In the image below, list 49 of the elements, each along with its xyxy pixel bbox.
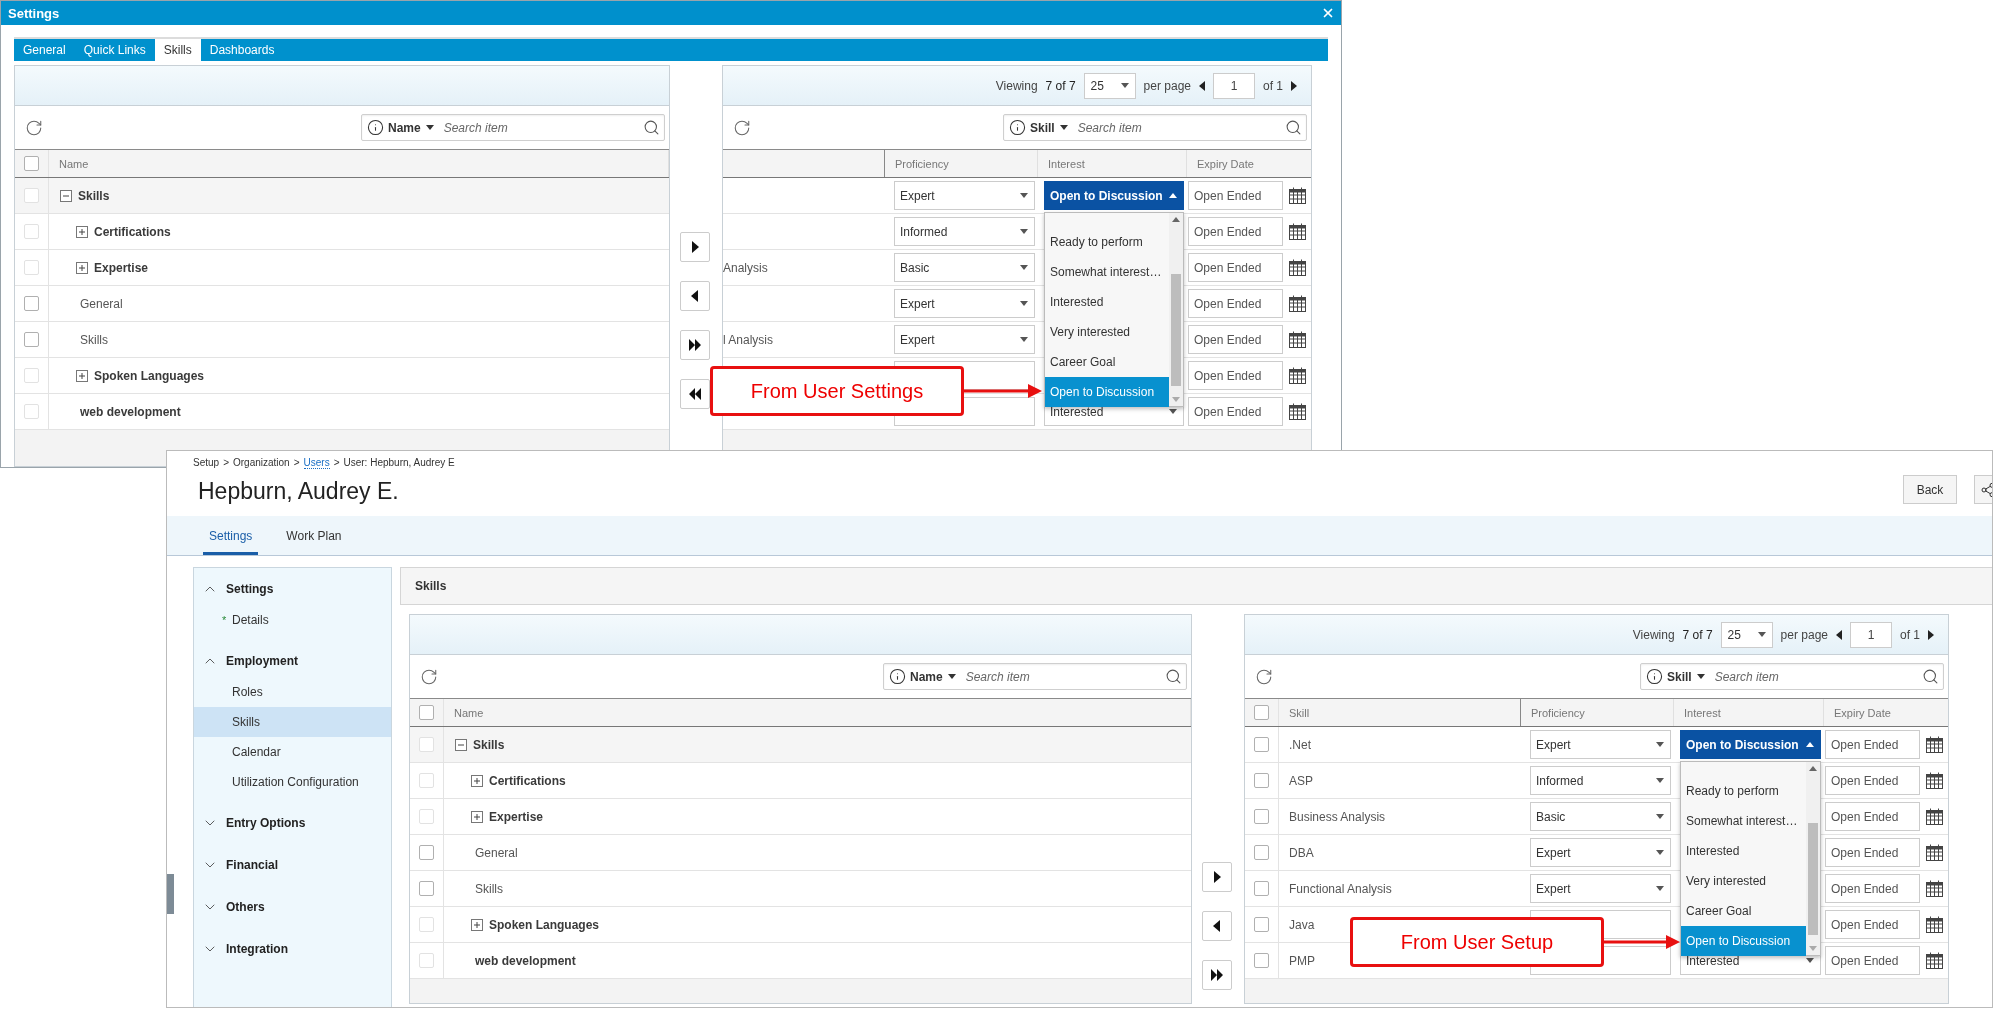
- pager-label: per page: [1780, 627, 1828, 642]
- column-header: Proficiency: [1531, 706, 1585, 719]
- breadcrumb-separator: >: [333, 457, 340, 469]
- column-header: Expiry Date: [1197, 157, 1254, 170]
- page-count: of 1: [1263, 78, 1283, 93]
- column-header: Interest: [1684, 706, 1721, 719]
- item-label: Details: [232, 613, 269, 627]
- breadcrumb-separator: >: [293, 457, 300, 469]
- breadcrumb-item: Setup: [193, 457, 220, 469]
- group-label: Others: [226, 900, 265, 914]
- group-label: Integration: [226, 942, 288, 956]
- group-label: Financial: [226, 858, 278, 872]
- callout-tooltip: From User Setup: [1350, 917, 1604, 967]
- pager-label: Viewing: [995, 78, 1038, 93]
- breadcrumb-item: Organization: [233, 457, 290, 469]
- skill-name: Business Analysis: [1289, 809, 1386, 824]
- page-count: of 1: [1900, 627, 1920, 642]
- group-label: Entry Options: [226, 816, 306, 830]
- column-header: Expiry Date: [1834, 706, 1891, 719]
- group-label: Employment: [226, 654, 298, 668]
- column-header: Name: [454, 706, 484, 719]
- column-header: Name: [59, 157, 89, 170]
- section-title: Skills: [400, 567, 1992, 605]
- breadcrumb-item: User: Hepburn, Audrey E: [343, 457, 455, 469]
- page-title: Hepburn, Audrey E.: [198, 478, 400, 505]
- skill-name: .Net: [1289, 737, 1311, 752]
- item-label: Utilization Configuration: [232, 775, 359, 789]
- breadcrumb-separator: >: [223, 457, 229, 469]
- callout-tooltip: From User Settings: [710, 366, 964, 416]
- item-label: Skills: [232, 715, 260, 729]
- group-label: Settings: [226, 582, 274, 596]
- record-count: 7 of 7: [1045, 78, 1076, 93]
- column-header: Proficiency: [895, 157, 949, 170]
- record-count: 7 of 7: [1682, 627, 1713, 642]
- item-label: Roles: [232, 685, 263, 699]
- skill-name: PMP: [1289, 953, 1315, 968]
- pager-label: per page: [1143, 78, 1191, 93]
- skill-name: ASP: [1289, 773, 1313, 788]
- item-label: Calendar: [232, 745, 281, 759]
- skill-name: l Analysis: [723, 332, 774, 347]
- column-header: Skill: [1289, 706, 1310, 719]
- pager-label: Viewing: [1632, 627, 1675, 642]
- skill-name: Functional Analysis: [1289, 881, 1392, 896]
- column-header: Interest: [1048, 157, 1085, 170]
- required-marker: *: [222, 614, 228, 626]
- window-title: Settings: [8, 5, 60, 21]
- skill-name: Java: [1289, 917, 1315, 932]
- skill-name: Analysis: [723, 260, 768, 275]
- skill-name: DBA: [1289, 845, 1314, 860]
